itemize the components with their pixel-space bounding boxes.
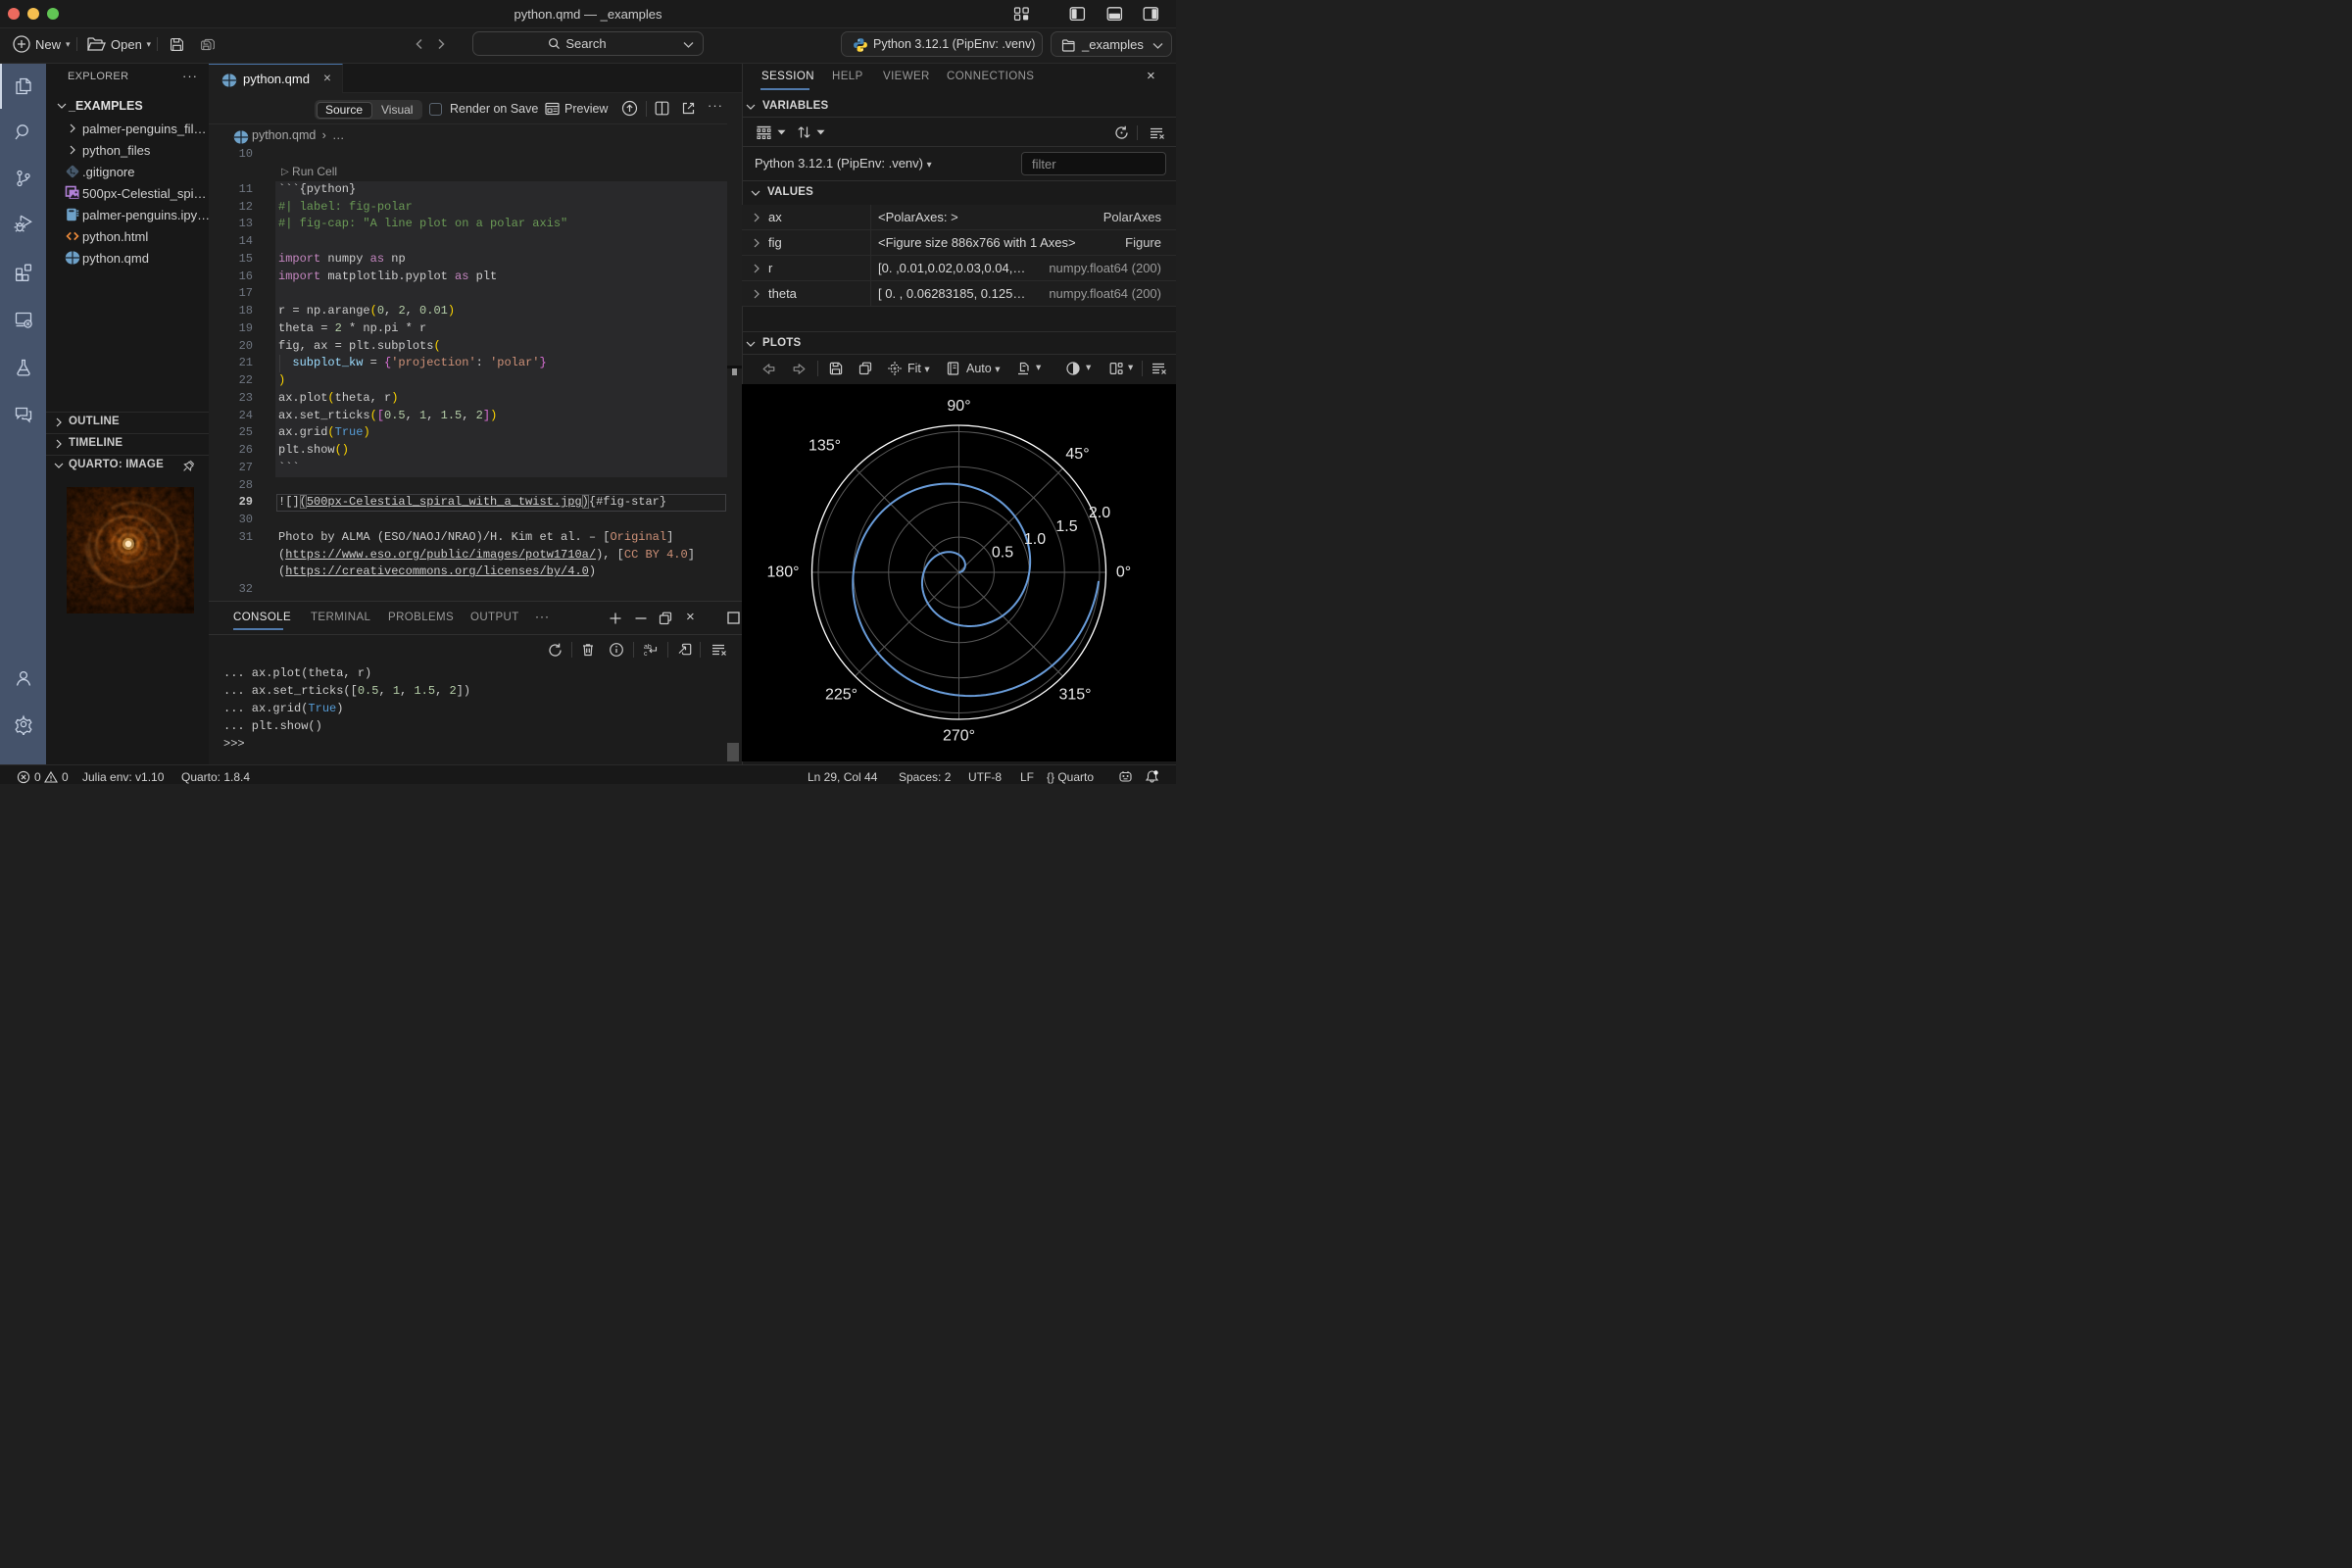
svg-text:180°: 180° bbox=[766, 564, 799, 581]
svg-text:2.0: 2.0 bbox=[1089, 505, 1110, 521]
svg-text:0°: 0° bbox=[1116, 564, 1131, 581]
svg-text:135°: 135° bbox=[808, 438, 841, 455]
svg-text:90°: 90° bbox=[947, 398, 970, 415]
svg-text:1.5: 1.5 bbox=[1055, 518, 1077, 535]
svg-text:0.5: 0.5 bbox=[992, 545, 1013, 562]
svg-text:225°: 225° bbox=[825, 687, 858, 704]
svg-text:45°: 45° bbox=[1065, 446, 1089, 463]
svg-text:270°: 270° bbox=[943, 728, 975, 745]
svg-text:c: c bbox=[644, 651, 648, 658]
svg-text:1.0: 1.0 bbox=[1024, 531, 1046, 548]
svg-text:315°: 315° bbox=[1058, 687, 1091, 704]
